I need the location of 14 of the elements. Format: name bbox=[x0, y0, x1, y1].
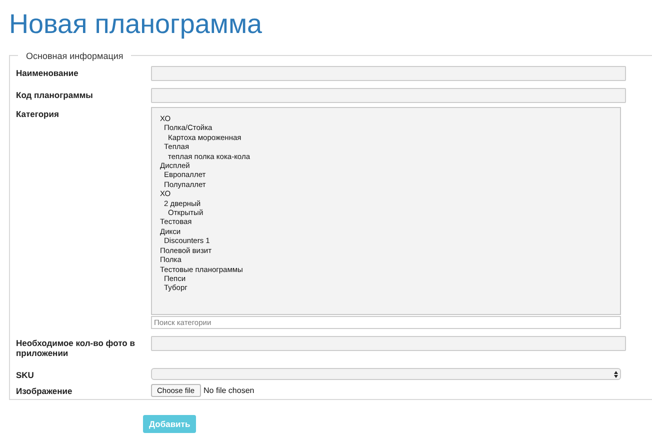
input-field[interactable] bbox=[151, 88, 626, 103]
field-label: SKU bbox=[16, 369, 35, 380]
page-title: Новая планограмма bbox=[9, 8, 264, 41]
field-label: Категория bbox=[16, 108, 60, 119]
file-status: No file chosen bbox=[204, 384, 254, 396]
field-label: Код планограммы bbox=[16, 89, 94, 100]
input-field[interactable] bbox=[151, 66, 626, 81]
field-label: Наименование bbox=[16, 67, 80, 78]
select-field[interactable] bbox=[151, 368, 621, 380]
field-label: Необходимое кол-во фото в приложении bbox=[16, 337, 136, 358]
dropdown-arrows-icon bbox=[614, 370, 618, 378]
field-label: Изображение bbox=[16, 385, 74, 396]
input-field[interactable] bbox=[151, 336, 626, 351]
fieldset-legend: Основная информация bbox=[18, 50, 132, 62]
